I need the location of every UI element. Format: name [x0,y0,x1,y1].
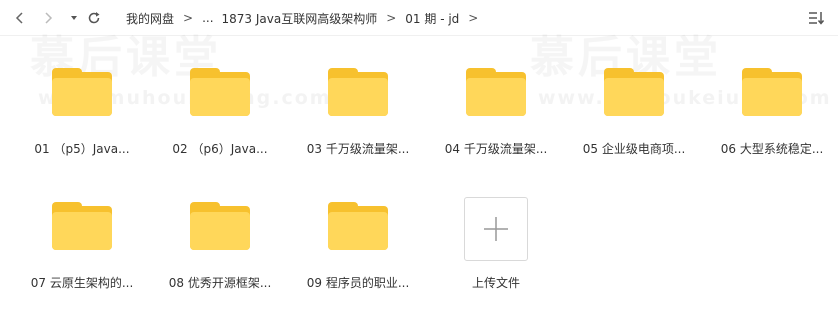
folder-icon [604,68,664,118]
folder-item[interactable]: 03 千万级流量架... [298,38,418,158]
folder-label: 07 云原生架构的... [30,276,134,290]
folder-item[interactable]: 05 企业级电商项... [574,38,694,158]
upload-label: 上传文件 [471,276,520,290]
folder-item[interactable]: 02 （p6）Java... [160,38,280,158]
forward-button[interactable] [38,8,58,28]
folder-icon [190,68,250,118]
upload-box[interactable] [464,197,528,261]
folder-label: 04 千万级流量架... [444,142,548,156]
folder-icon [466,68,526,118]
folder-label: 03 千万级流量架... [306,142,410,156]
folder-label: 09 程序员的职业... [306,276,410,290]
chevron-left-icon [15,12,23,24]
breadcrumb-item-ellipsis[interactable]: ... [202,11,213,25]
folder-icon [742,68,802,118]
folder-item[interactable]: 07 云原生架构的... [22,172,142,292]
folder-item[interactable]: 09 程序员的职业... [298,172,418,292]
back-button[interactable] [10,8,30,28]
breadcrumb-separator: > [386,11,397,25]
folder-label: 06 大型系统稳定... [720,142,824,156]
folder-item[interactable]: 04 千万级流量架... [436,38,556,158]
plus-icon [484,217,508,241]
sort-button[interactable] [806,8,826,28]
folder-icon [328,68,388,118]
folder-icon [328,202,388,252]
folder-item[interactable]: 01 （p5）Java... [22,38,142,158]
folder-icon [52,202,112,252]
folder-icon [190,202,250,252]
sort-icon [809,12,824,25]
breadcrumb-separator: > [183,11,194,25]
breadcrumb-item-course[interactable]: 1873 Java互联网高级架构师 [222,10,378,27]
breadcrumb-item-root[interactable]: 我的网盘 [126,10,174,27]
folder-item[interactable]: 06 大型系统稳定... [712,38,832,158]
refresh-icon [88,12,100,24]
folder-label: 08 优秀开源框架... [168,276,272,290]
toolbar: 我的网盘 > ... 1873 Java互联网高级架构师 > 01 期 - jd… [0,0,838,36]
breadcrumb-separator: > [468,11,479,25]
folder-label: 05 企业级电商项... [582,142,686,156]
refresh-button[interactable] [84,8,104,28]
folder-label: 02 （p6）Java... [172,142,268,156]
breadcrumb: 我的网盘 > ... 1873 Java互联网高级架构师 > 01 期 - jd… [126,0,487,36]
breadcrumb-item-current[interactable]: 01 期 - jd [405,10,459,27]
folder-label: 01 （p5）Java... [34,142,130,156]
folder-item[interactable]: 08 优秀开源框架... [160,172,280,292]
history-dropdown-button[interactable] [64,8,84,28]
caret-down-icon [71,16,77,20]
folder-icon [52,68,112,118]
chevron-right-icon [45,12,53,24]
upload-file-button[interactable]: 上传文件 [436,180,556,300]
